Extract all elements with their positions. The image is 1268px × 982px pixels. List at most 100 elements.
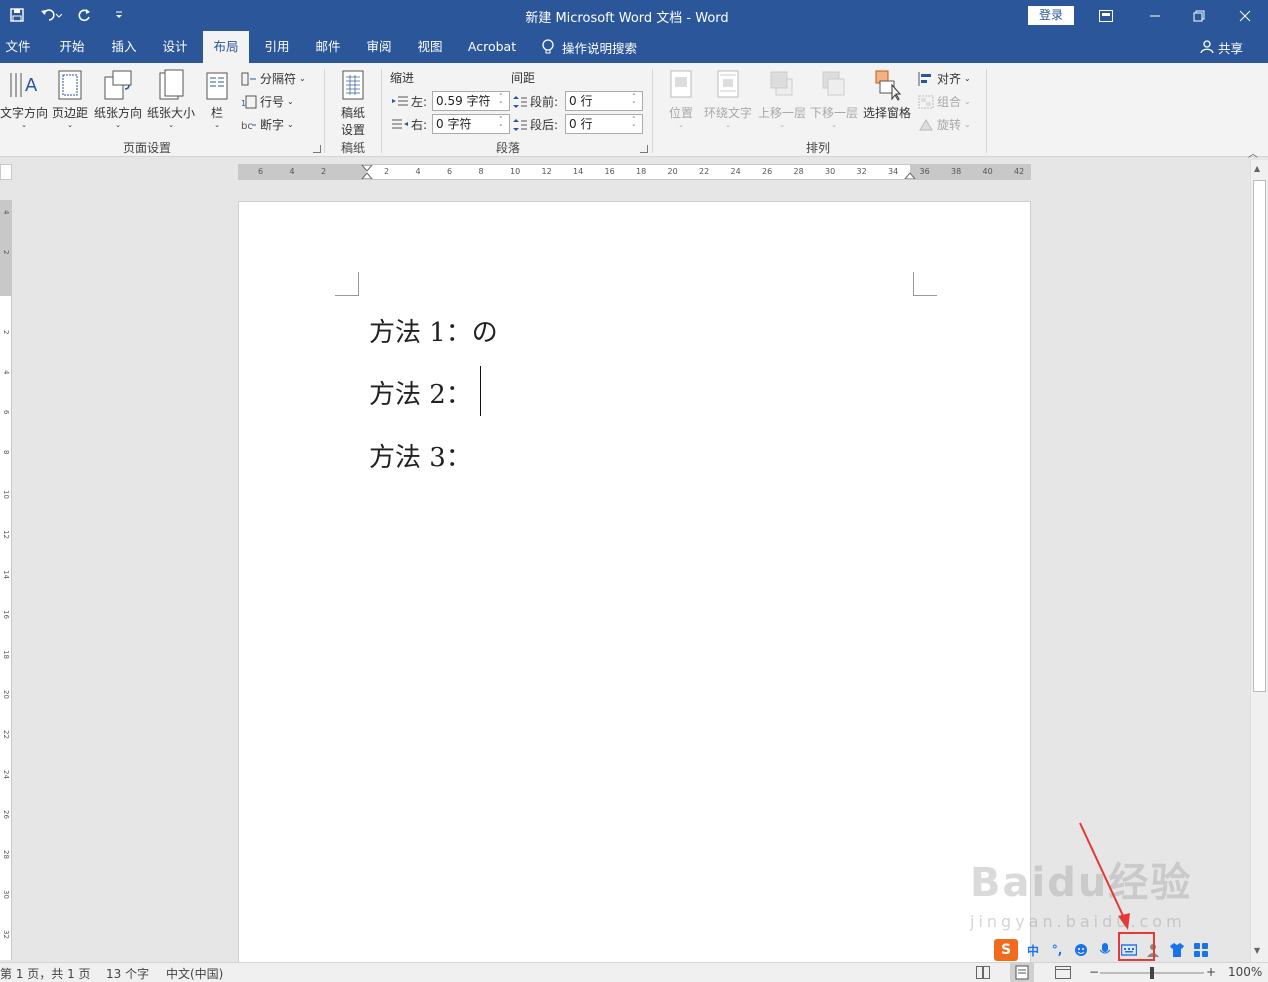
document-line[interactable]: 方法 2： — [369, 374, 472, 411]
manuscript-icon — [342, 70, 364, 100]
paragraph-launcher-icon[interactable] — [640, 145, 648, 153]
tab-selector[interactable] — [0, 164, 12, 180]
ruler-tick-label: 16 — [2, 610, 10, 619]
wrap-text-button[interactable]: 环绕文字 ⌄ — [702, 69, 754, 129]
send-backward-button[interactable]: 下移一层 ⌄ — [808, 69, 860, 129]
ribbon-display-options-icon[interactable] — [1083, 0, 1129, 31]
tab-references[interactable]: 引用 — [255, 31, 299, 63]
ruler-tick-label: 14 — [573, 167, 584, 176]
manuscript-setup-label-1: 稿纸 — [340, 106, 365, 120]
share-label: 共享 — [1218, 40, 1244, 56]
position-button[interactable]: 位置 ⌄ — [662, 69, 700, 129]
margins-icon — [58, 70, 82, 100]
spacing-before-input[interactable]: 0 行 ˄ ˅ — [565, 91, 643, 111]
align-icon — [918, 71, 931, 86]
margins-button[interactable]: 页边距 ⌄ — [50, 69, 90, 129]
zoom-slider[interactable] — [1100, 966, 1204, 980]
spacing-after-input[interactable]: 0 行 ˄ ˅ — [565, 114, 643, 134]
vertical-ruler[interactable]: 4 2 2 4 6 8 10 12 14 16 18 20 22 24 26 28 30 32 — [0, 200, 12, 960]
tell-me-search[interactable]: 操作说明搜索 — [542, 31, 637, 63]
scrollbar-thumb[interactable] — [1253, 180, 1266, 692]
document-page[interactable]: 方法 1：の 方法 2： 方法 3： — [238, 201, 1031, 964]
text-direction-label: 文字方向 — [0, 106, 49, 120]
skin-icon[interactable] — [1168, 941, 1186, 959]
columns-button[interactable]: 栏 ⌄ — [203, 69, 231, 129]
columns-label: 栏 — [210, 106, 223, 120]
indent-left-text: 左: — [411, 95, 428, 109]
tab-design[interactable]: 设计 — [153, 31, 197, 63]
wrap-text-icon — [717, 70, 739, 98]
restore-icon[interactable] — [1176, 0, 1222, 31]
login-button[interactable]: 登录 — [1028, 6, 1074, 25]
zoom-in-icon[interactable]: + — [1206, 965, 1216, 979]
ribbon-layout: A 文字方向 ⌄ 页边距 ⌄ 纸张方向 ⌄ 纸张大小 ⌄ 栏 ⌄ 分隔符 ⌄ 1 … — [0, 63, 1268, 160]
group-button[interactable]: 组合 ⌄ — [918, 93, 971, 110]
manuscript-setup-button[interactable]: 稿纸 设置 — [332, 69, 374, 138]
indent-right-value: 0 字符 — [436, 117, 472, 131]
line-numbers-button[interactable]: 1 行号 ⌄ — [241, 93, 294, 110]
emoji-icon[interactable] — [1072, 941, 1090, 959]
language-indicator[interactable]: 中文(中国) — [166, 965, 223, 982]
read-mode-icon[interactable] — [976, 966, 990, 979]
tab-insert[interactable]: 插入 — [102, 31, 146, 63]
selection-pane-button[interactable]: 选择窗格 — [861, 69, 913, 121]
ruler-tick-label: 20 — [667, 167, 678, 176]
scroll-up-icon[interactable]: ▲ — [1254, 164, 1260, 173]
spinner-arrows-icon[interactable]: ˄ ˅ — [632, 93, 640, 109]
page-count[interactable]: 第 1 页，共 1 页 — [0, 965, 91, 982]
page-setup-launcher-icon[interactable] — [313, 145, 321, 153]
orientation-button[interactable]: 纸张方向 ⌄ — [92, 69, 144, 129]
hyphenation-button[interactable]: bc 断字 ⌄ — [241, 116, 294, 133]
right-indent-marker-icon[interactable] — [904, 171, 916, 180]
tab-mailings[interactable]: 邮件 — [306, 31, 350, 63]
collapse-ribbon-icon[interactable]: ︿ — [1248, 145, 1258, 160]
share-button[interactable]: 共享 — [1200, 31, 1243, 63]
spinner-arrows-icon[interactable]: ˄ ˅ — [632, 116, 640, 132]
indent-right-input[interactable]: 0 字符 ˄ ˅ — [432, 114, 510, 134]
indent-left-input[interactable]: 0.59 字符 ˄ ˅ — [432, 91, 510, 111]
bring-forward-button[interactable]: 上移一层 ⌄ — [756, 69, 808, 129]
print-layout-icon[interactable] — [1010, 963, 1034, 982]
tab-acrobat[interactable]: Acrobat — [462, 31, 522, 63]
breaks-button[interactable]: 分隔符 ⌄ — [241, 70, 306, 87]
zoom-level[interactable]: 100% — [1228, 965, 1262, 979]
document-line[interactable]: 方法 1：の — [369, 312, 498, 349]
scroll-down-icon[interactable]: ▼ — [1254, 946, 1260, 955]
send-backward-icon — [822, 71, 845, 96]
horizontal-ruler[interactable]: 6 4 2 2 4 6 8 10 12 14 16 18 20 22 24 26 28 30 32 34 36 38 40 4… — [238, 164, 1031, 180]
spinner-arrows-icon[interactable]: ˄ ˅ — [499, 116, 507, 132]
spacing-before-value: 0 行 — [569, 94, 593, 108]
align-button[interactable]: 对齐 ⌄ — [918, 70, 971, 87]
toolbox-icon[interactable] — [1192, 941, 1210, 959]
indent-marker-icon[interactable] — [361, 165, 373, 180]
close-icon[interactable] — [1222, 0, 1268, 31]
page-setup-group-label: 页面设置 — [122, 141, 171, 155]
ruler-tick-label: 22 — [699, 167, 710, 176]
spinner-arrows-icon[interactable]: ˄ ˅ — [499, 93, 507, 109]
breaks-label: 分隔符 — [260, 72, 297, 86]
tab-file[interactable]: 文件 — [0, 31, 36, 63]
web-layout-icon[interactable] — [1055, 966, 1071, 979]
ime-lang-toggle[interactable]: 中 — [1024, 941, 1042, 959]
minimize-icon[interactable] — [1132, 0, 1178, 31]
tab-view[interactable]: 视图 — [408, 31, 452, 63]
manuscript-group-label: 稿纸 — [340, 141, 365, 155]
ruler-tick-label: 30 — [825, 167, 836, 176]
document-line[interactable]: 方法 3： — [369, 437, 472, 474]
sogou-logo-icon[interactable]: S — [994, 939, 1018, 961]
person-icon — [1200, 40, 1214, 54]
highlight-box — [1118, 932, 1155, 961]
rotate-button[interactable]: 旋转 ⌄ — [918, 116, 971, 133]
word-count[interactable]: 13 个字 — [106, 965, 149, 982]
group-separator — [652, 69, 653, 153]
tab-home[interactable]: 开始 — [50, 31, 94, 63]
ime-punct-toggle[interactable]: °, — [1048, 941, 1066, 959]
vertical-scrollbar[interactable]: ▲ ▼ — [1250, 160, 1268, 962]
ruler-tick-label: 32 — [2, 930, 10, 939]
text-direction-button[interactable]: A 文字方向 ⌄ — [0, 69, 48, 129]
microphone-icon[interactable] — [1096, 941, 1114, 959]
page-size-button[interactable]: 纸张大小 ⌄ — [144, 69, 198, 129]
zoom-out-icon[interactable]: − — [1089, 965, 1099, 979]
tab-layout[interactable]: 布局 — [203, 31, 249, 63]
tab-review[interactable]: 审阅 — [357, 31, 401, 63]
